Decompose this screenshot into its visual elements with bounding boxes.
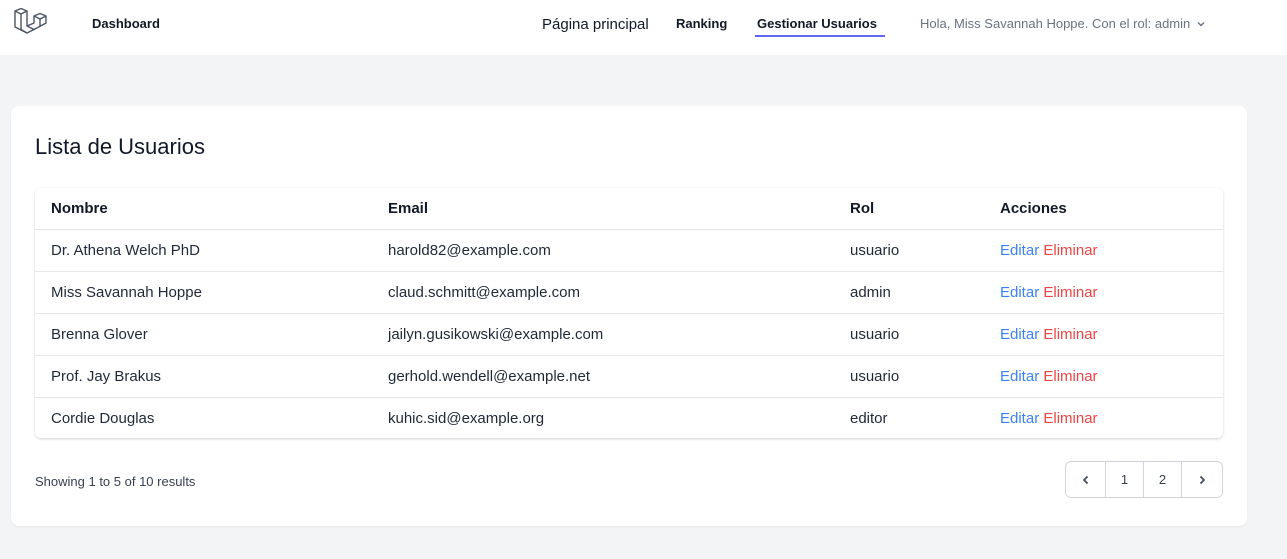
edit-link[interactable]: Editar — [1000, 242, 1039, 259]
cell-actions: Editar Eliminar — [984, 313, 1223, 356]
table-row: Prof. Jay Brakus gerhold.wendell@example… — [35, 355, 1223, 398]
pagination-summary: Showing 1 to 5 of 10 results — [35, 474, 196, 489]
cell-name: Miss Savannah Hoppe — [35, 271, 372, 314]
active-tab-indicator — [755, 35, 885, 37]
cell-role: usuario — [834, 355, 984, 398]
nav-dashboard-link[interactable]: Dashboard — [92, 16, 160, 31]
edit-link[interactable]: Editar — [1000, 368, 1039, 385]
pagination-page-1[interactable]: 1 — [1106, 462, 1144, 497]
users-table: Nombre Email Rol Acciones Dr. Athena Wel… — [35, 188, 1223, 438]
column-header-actions: Acciones — [984, 188, 1223, 230]
pagination: 1 2 — [1065, 461, 1223, 498]
chevron-down-icon — [1197, 21, 1205, 26]
cell-email: jailyn.gusikowski@example.com — [372, 313, 834, 356]
cell-name: Cordie Douglas — [51, 409, 155, 427]
table-row: Cordie Douglas kuhic.sid@example.org edi… — [35, 397, 1223, 438]
cell-email: harold82@example.com — [372, 229, 834, 272]
table-row: Dr. Athena Welch PhD harold82@example.co… — [35, 229, 1223, 272]
nav-home-link[interactable]: Página principal — [542, 16, 649, 33]
cell-role: admin — [834, 271, 984, 314]
user-dropdown[interactable]: Hola, Miss Savannah Hoppe. Con el rol: a… — [920, 16, 1206, 31]
laravel-logo-icon[interactable] — [12, 8, 48, 38]
cell-actions: Editar Eliminar — [984, 397, 1223, 438]
cell-email: gerhold.wendell@example.net — [372, 355, 834, 398]
delete-link[interactable]: Eliminar — [1043, 410, 1097, 427]
edit-link[interactable]: Editar — [1000, 410, 1039, 427]
top-navigation: Dashboard Página principal Ranking Gesti… — [0, 0, 1287, 56]
cell-role: usuario — [834, 313, 984, 356]
page-title: Lista de Usuarios — [35, 134, 205, 159]
nav-ranking-link[interactable]: Ranking — [676, 16, 727, 31]
column-header-email: Email — [372, 188, 834, 230]
user-greeting: Hola, Miss Savannah Hoppe. Con el rol: a… — [920, 16, 1191, 31]
pagination-prev-button[interactable] — [1066, 462, 1106, 497]
cell-email: kuhic.sid@example.org — [388, 409, 545, 427]
table-row: Miss Savannah Hoppe claud.schmitt@exampl… — [35, 271, 1223, 314]
pagination-next-button[interactable] — [1182, 462, 1222, 497]
cell-name: Prof. Jay Brakus — [35, 355, 372, 398]
delete-link[interactable]: Eliminar — [1043, 368, 1097, 385]
cell-name: Brenna Glover — [35, 313, 372, 356]
cell-name: Dr. Athena Welch PhD — [35, 229, 372, 272]
table-header-row: Nombre Email Rol Acciones — [35, 188, 1223, 230]
cell-actions: Editar Eliminar — [984, 271, 1223, 314]
delete-link[interactable]: Eliminar — [1043, 326, 1097, 343]
edit-link[interactable]: Editar — [1000, 284, 1039, 301]
nav-manage-users-link[interactable]: Gestionar Usuarios — [757, 16, 877, 31]
edit-link[interactable]: Editar — [1000, 326, 1039, 343]
cell-role: editor — [850, 409, 888, 427]
delete-link[interactable]: Eliminar — [1043, 242, 1097, 259]
table-row: Brenna Glover jailyn.gusikowski@example.… — [35, 313, 1223, 356]
chevron-right-icon — [1199, 475, 1206, 484]
cell-role: usuario — [834, 229, 984, 272]
cell-actions: Editar Eliminar — [984, 355, 1223, 398]
delete-link[interactable]: Eliminar — [1043, 284, 1097, 301]
users-card: Lista de Usuarios Nombre Email Rol Accio… — [11, 106, 1247, 526]
column-header-name: Nombre — [35, 188, 372, 230]
chevron-left-icon — [1082, 475, 1088, 484]
cell-actions: Editar Eliminar — [984, 229, 1223, 272]
cell-email: claud.schmitt@example.com — [372, 271, 834, 314]
pagination-page-2[interactable]: 2 — [1144, 462, 1182, 497]
column-header-role: Rol — [834, 188, 984, 230]
users-table-container: Nombre Email Rol Acciones Dr. Athena Wel… — [35, 188, 1223, 438]
